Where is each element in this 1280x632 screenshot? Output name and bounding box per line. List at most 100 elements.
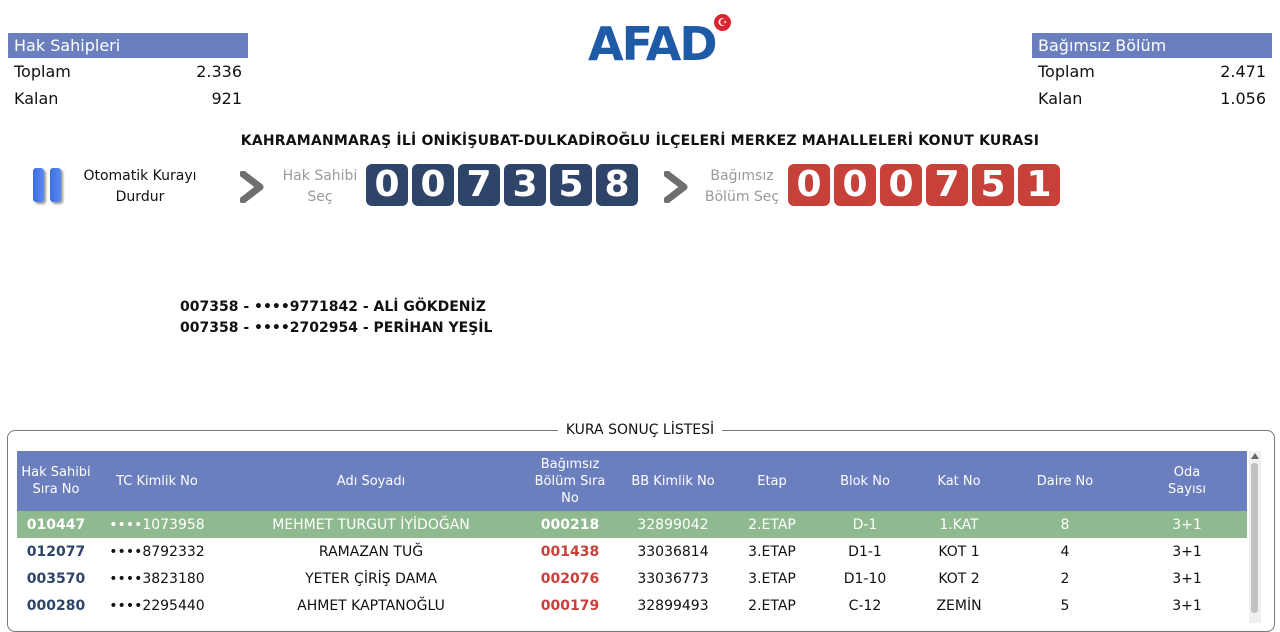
cell-tc: ••••2295440: [109, 597, 205, 614]
cell-bsira: 000218: [523, 511, 617, 538]
header-line: Oda: [1173, 465, 1201, 480]
bolum-total-row: Toplam 2.471: [1032, 58, 1272, 85]
header-line: Bölüm Sıra: [534, 473, 606, 489]
col-header-ad[interactable]: Adı Soyadı: [219, 451, 523, 511]
col-header-bsira[interactable]: Bağımsız Bölüm Sıra No: [523, 451, 617, 511]
col-header-etap[interactable]: Etap: [729, 451, 815, 511]
cell-sira: 003570: [26, 570, 86, 587]
cell-tc: ••••8792332: [109, 543, 205, 560]
result-title-text: KURA SONUÇ LİSTESİ: [557, 422, 723, 438]
table-row[interactable]: 010447 ••••1073958 MEHMET TURGUT İYİDOĞA…: [17, 511, 1247, 538]
table-scrollbar[interactable]: [1249, 451, 1261, 623]
cell-blok: D-1: [815, 511, 915, 538]
hak-remaining-value: 921: [211, 89, 242, 108]
hak-total-label: Toplam: [14, 62, 71, 81]
col-header-daire[interactable]: Daire No: [1003, 451, 1127, 511]
bolum-remaining-label: Kalan: [1038, 89, 1083, 108]
counter-digit: 8: [596, 164, 638, 206]
cell-bsira: 002076: [540, 570, 600, 587]
chevron-right-icon: [240, 171, 266, 203]
cell-blok: D1-10: [843, 570, 887, 587]
cell-daire: 8: [1003, 511, 1127, 538]
hak-total-row: Toplam 2.336: [8, 58, 248, 85]
counter-digit: 0: [788, 164, 830, 206]
hak-remaining-label: Kalan: [14, 89, 59, 108]
table-row[interactable]: 012077 ••••8792332 RAMAZAN TUĞ 001438 33…: [17, 538, 1247, 565]
counter-digit: 0: [412, 164, 454, 206]
bagimsiz-bolum-sec-button[interactable]: Bağımsız Bölüm Seç: [704, 166, 780, 208]
col-header-blok[interactable]: Blok No: [815, 451, 915, 511]
cell-ad: RAMAZAN TUĞ: [318, 543, 424, 560]
hak-sahibi-sec-button[interactable]: Hak Sahibi Seç: [282, 166, 358, 208]
bolum-total-label: Toplam: [1038, 62, 1095, 81]
cell-etap: 3.ETAP: [748, 543, 796, 560]
header-line: Bağımsız: [540, 456, 600, 472]
winner-line: 007358 - ••••2702954 - PERİHAN YEŞİL: [180, 320, 493, 336]
scroll-up-icon[interactable]: [1251, 453, 1259, 459]
winner-list: 007358 - ••••9771842 - ALİ GÖKDENİZ 0073…: [180, 297, 492, 339]
col-header-sira[interactable]: Hak Sahibi Sıra No: [17, 451, 95, 511]
col-header-oda[interactable]: Oda Sayısı: [1127, 451, 1247, 511]
cell-kat: 1.KAT: [915, 511, 1003, 538]
cell-oda: 3+1: [1172, 570, 1202, 587]
page-title: KAHRAMANMARAŞ İLİ ONİKİŞUBAT-DULKADİROĞL…: [240, 133, 1040, 149]
cell-kat: KOT 2: [938, 570, 980, 587]
cell-sira: 010447: [17, 511, 95, 538]
chevron-right-icon: [664, 171, 690, 203]
cell-tc: ••••3823180: [109, 570, 205, 587]
pause-draw-button[interactable]: Otomatik Kurayı Durdur: [70, 166, 210, 208]
counter-digit: 5: [972, 164, 1014, 206]
col-header-kat[interactable]: Kat No: [915, 451, 1003, 511]
col-header-tc[interactable]: TC Kimlik No: [95, 451, 219, 511]
pause-label-line2: Durdur: [115, 189, 165, 205]
cell-ad: YETER ÇİRİŞ DAMA: [305, 570, 437, 587]
pause-label-line1: Otomatik Kurayı: [83, 168, 197, 184]
hak-sahipleri-stats: Hak Sahipleri Toplam 2.336 Kalan 921: [8, 33, 248, 112]
cell-bb: 33036773: [637, 570, 709, 587]
counter-digit: 7: [458, 164, 500, 206]
bolum-remaining-row: Kalan 1.056: [1032, 85, 1272, 112]
cell-sira: 012077: [26, 543, 86, 560]
cell-daire: 4: [1060, 543, 1070, 560]
hak-total-value: 2.336: [196, 62, 242, 81]
cell-oda: 3+1: [1172, 597, 1202, 614]
col-header-bb[interactable]: BB Kimlik No: [617, 451, 729, 511]
bolum-sec-line2: Bölüm Seç: [704, 189, 780, 205]
cell-kat: KOT 1: [938, 543, 980, 560]
cell-tc: ••••1073958: [95, 511, 219, 538]
cell-ad: AHMET KAPTANOĞLU: [297, 597, 445, 614]
result-table: Hak Sahibi Sıra No TC Kimlik No Adı Soyad…: [17, 451, 1247, 619]
counter-digit: 5: [550, 164, 592, 206]
afad-logo: AFAD ☪: [588, 14, 733, 74]
hak-remaining-row: Kalan 921: [8, 85, 248, 112]
header-line: Hak Sahibi: [21, 465, 91, 480]
counter-digit: 0: [366, 164, 408, 206]
cell-ad: MEHMET TURGUT İYİDOĞAN: [219, 511, 523, 538]
logo-text: AFAD: [588, 17, 718, 71]
pause-icon[interactable]: [33, 168, 69, 204]
cell-blok: D1-1: [848, 543, 882, 560]
bagimsiz-bolum-header: Bağımsız Bölüm: [1032, 33, 1272, 58]
cell-daire: 5: [1060, 597, 1070, 614]
winner-line: 007358 - ••••9771842 - ALİ GÖKDENİZ: [180, 299, 486, 315]
bagimsiz-bolum-stats: Bağımsız Bölüm Toplam 2.471 Kalan 1.056: [1032, 33, 1272, 112]
cell-etap: 2.ETAP: [748, 597, 796, 614]
table-row[interactable]: 003570 ••••3823180 YETER ÇİRİŞ DAMA 0020…: [17, 565, 1247, 592]
counter-digit: 0: [880, 164, 922, 206]
bolum-total-value: 2.471: [1220, 62, 1266, 81]
header-line: Sıra No: [32, 482, 80, 497]
result-list-title: KURA SONUÇ LİSTESİ: [0, 422, 1280, 438]
bolum-sec-line1: Bağımsız: [710, 168, 774, 184]
bolum-remaining-value: 1.056: [1220, 89, 1266, 108]
cell-daire: 2: [1060, 570, 1070, 587]
counter-digit: 1: [1018, 164, 1060, 206]
cell-oda: 3+1: [1172, 543, 1202, 560]
counter-digit: 3: [504, 164, 546, 206]
turkish-flag-icon: ☪: [714, 14, 731, 31]
hak-sahipleri-header: Hak Sahipleri: [8, 33, 248, 58]
cell-oda: 3+1: [1127, 511, 1247, 538]
table-row[interactable]: 000280 ••••2295440 AHMET KAPTANOĞLU 0001…: [17, 592, 1247, 619]
cell-blok: C-12: [848, 597, 882, 614]
cell-sira: 000280: [26, 597, 86, 614]
scroll-thumb[interactable]: [1251, 463, 1258, 613]
